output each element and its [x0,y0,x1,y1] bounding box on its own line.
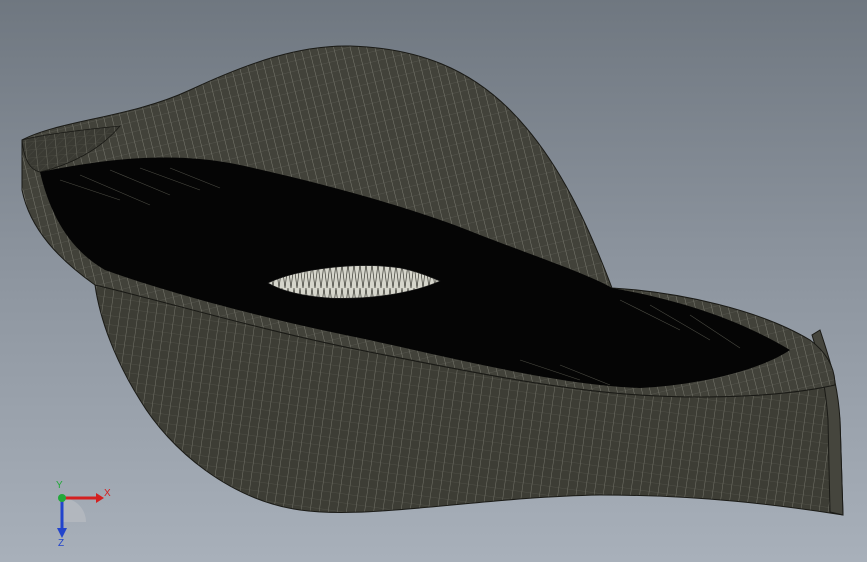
triad-arc [62,498,86,522]
z-axis-arrow [57,528,67,538]
x-axis-label: X [104,488,111,499]
model-3d-view[interactable] [0,0,867,562]
y-axis-dot [58,494,66,502]
graphics-viewport[interactable]: X Y Z [0,0,867,562]
y-axis-label: Y [56,480,63,491]
orientation-triad: X Y Z [56,480,111,548]
z-axis-label: Z [58,538,64,548]
x-axis-arrow [96,493,104,503]
